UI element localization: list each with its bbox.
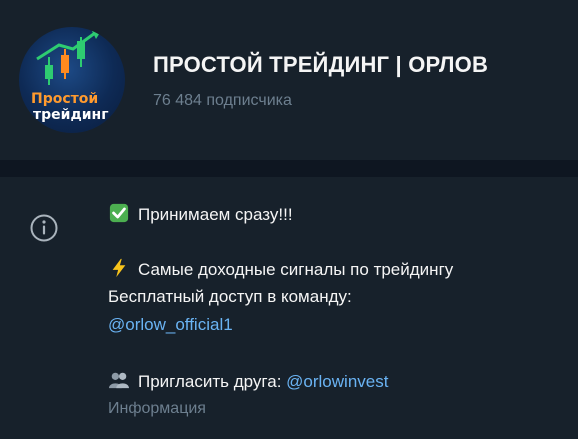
description-line-2: Самые доходные сигналы по трейдингу xyxy=(108,258,453,280)
orlow-official-link[interactable]: @orlow_official1 xyxy=(108,315,233,334)
busts-in-silhouette-icon xyxy=(109,372,129,389)
info-circle-icon xyxy=(30,214,58,242)
description-line-invite: Пригласить друга: @orlowinvest xyxy=(108,370,388,392)
orlowinvest-link[interactable]: @orlowinvest xyxy=(286,372,388,391)
description-line-link: @orlow_official1 xyxy=(108,315,233,335)
high-voltage-icon xyxy=(112,258,126,278)
avatar-logo-icon: Простой трейдинг xyxy=(31,29,109,123)
invite-label: Пригласить друга: xyxy=(138,372,287,391)
description-line-1: Принимаем сразу!!! xyxy=(108,203,293,225)
svg-text:Простой: Простой xyxy=(31,91,98,107)
channel-title: ПРОСТОЙ ТРЕЙДИНГ | ОРЛОВ xyxy=(153,52,489,77)
description-text-2: Самые доходные сигналы по трейдингу xyxy=(138,260,454,279)
section-divider xyxy=(0,160,578,177)
svg-text:трейдинг: трейдинг xyxy=(33,107,109,123)
channel-avatar[interactable]: Простой трейдинг xyxy=(19,27,125,133)
info-caption: Информация xyxy=(108,400,206,417)
channel-header: Простой трейдинг ПРОСТОЙ ТРЕЙДИНГ | ОРЛО… xyxy=(0,0,578,160)
description-line-3: Бесплатный доступ в команду: xyxy=(108,287,352,306)
description-text-1: Принимаем сразу!!! xyxy=(138,205,293,224)
check-mark-button-icon xyxy=(109,203,129,223)
subscriber-count: 76 484 подписчика xyxy=(153,92,292,109)
